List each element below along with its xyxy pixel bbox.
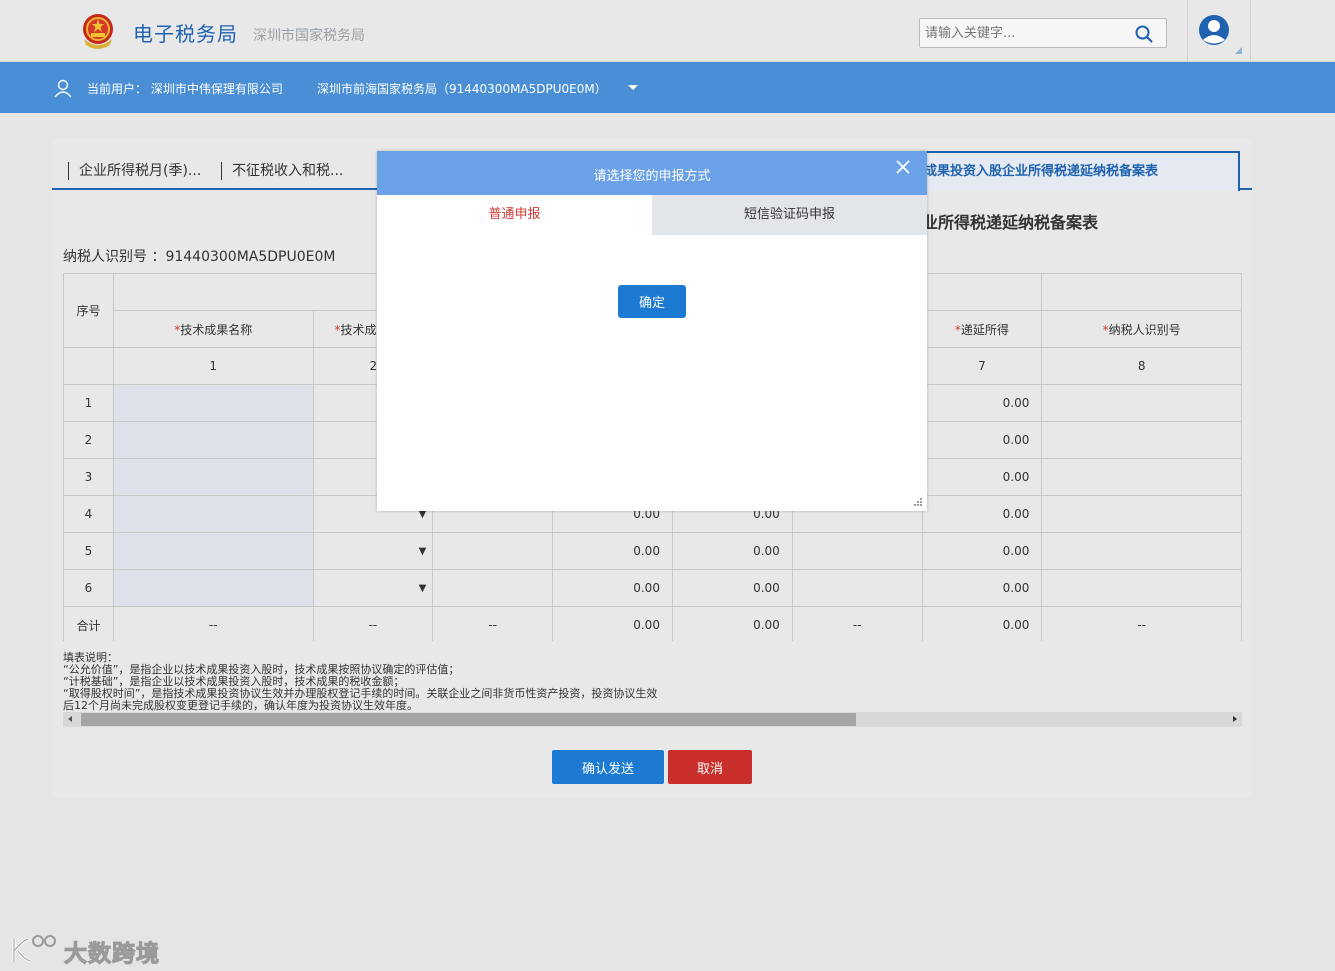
deferred-income-cell[interactable]: 0.00 xyxy=(921,569,1043,607)
total-label: 合计 xyxy=(63,606,114,641)
deferred-income-cell[interactable]: 0.00 xyxy=(921,384,1043,422)
tech-name-input[interactable] xyxy=(112,569,314,607)
deferred-income-cell[interactable]: 0.00 xyxy=(921,458,1043,496)
value-cell[interactable]: 0.00 xyxy=(552,532,673,570)
ok-button[interactable]: 确定 xyxy=(618,285,686,318)
total-cell: -- xyxy=(432,606,554,641)
column-header-8: *纳税人识别号 xyxy=(1041,310,1242,348)
tech-type-select[interactable]: ▼ xyxy=(312,532,434,570)
column-header-7: *递延所得 xyxy=(921,310,1043,348)
national-emblem-icon xyxy=(83,14,113,49)
header-divider xyxy=(1187,0,1188,62)
tech-type-select[interactable]: ▼ xyxy=(312,569,434,607)
corner-triangle-icon xyxy=(1235,47,1242,54)
form-title: 业所得税递延纳税备案表 xyxy=(922,213,1099,232)
row-seq: 3 xyxy=(63,458,114,496)
watermark-text: 大数跨境 xyxy=(64,941,160,968)
column-header-1: *技术成果名称 xyxy=(112,310,314,348)
column-number-cell: 7 xyxy=(921,347,1043,385)
total-cell: 0.00 xyxy=(552,606,673,641)
resize-grip-icon[interactable] xyxy=(913,497,923,507)
cancel-button[interactable]: 取消 xyxy=(668,750,752,784)
tax-bureau-selector[interactable]: 深圳市前海国家税务局（91440300MA5DPU0E0M） xyxy=(317,80,607,97)
tech-name-input[interactable] xyxy=(112,532,314,570)
tech-name-input[interactable] xyxy=(112,384,314,422)
search-icon[interactable] xyxy=(1134,24,1154,44)
taxpayer-id: 纳税人识别号 ：91440300MA5DPU0E0M xyxy=(63,249,336,265)
total-cell: -- xyxy=(312,606,434,641)
filing-method-dialog: 请选择您的申报方式 普通申报 短信验证码申报 确定 xyxy=(377,151,927,511)
total-row: 合计 -- -- -- 0.00 0.00 -- 0.00 -- xyxy=(63,606,1242,641)
deferred-income-cell[interactable]: 0.00 xyxy=(921,532,1043,570)
site-title: 电子税务局 xyxy=(133,22,238,46)
total-cell: -- xyxy=(112,606,314,641)
table-cell[interactable] xyxy=(432,532,554,570)
close-icon[interactable] xyxy=(895,159,911,175)
table-row: 6 ▼ 0.00 0.00 0.00 xyxy=(63,569,1242,607)
row-seq: 5 xyxy=(63,532,114,570)
row-seq: 6 xyxy=(63,569,114,607)
deferred-income-cell[interactable]: 0.00 xyxy=(921,495,1043,533)
search-input[interactable] xyxy=(920,19,1120,47)
tech-name-input[interactable] xyxy=(112,421,314,459)
total-cell: -- xyxy=(791,606,923,641)
table-cell[interactable] xyxy=(791,569,923,607)
table-cell[interactable] xyxy=(791,532,923,570)
total-cell: 0.00 xyxy=(921,606,1043,641)
tech-name-input[interactable] xyxy=(112,458,314,496)
taxpayer-id-cell[interactable] xyxy=(1041,495,1242,533)
confirm-send-button[interactable]: 确认发送 xyxy=(552,750,664,784)
column-number-cell xyxy=(63,347,114,385)
form-notes: 填表说明： “公允价值”，是指企业以技术成果投资入股时，技术成果按照协议确定的评… xyxy=(63,652,743,712)
row-seq: 2 xyxy=(63,421,114,459)
site-subtitle: 深圳市国家税务局 xyxy=(253,28,365,44)
tab-corporate-income-tax[interactable]: 企业所得税月(季)... xyxy=(68,162,201,180)
value-cell[interactable]: 0.00 xyxy=(671,569,793,607)
scrollbar-thumb[interactable] xyxy=(81,713,856,726)
group-header xyxy=(1041,273,1242,311)
taxpayer-id-cell[interactable] xyxy=(1041,569,1242,607)
note-line: 后12个月尚未完成股权变更登记手续的，确认年度为投资协议生效年度。 xyxy=(63,699,418,712)
total-cell: -- xyxy=(1041,606,1242,641)
deferred-income-cell[interactable]: 0.00 xyxy=(921,421,1043,459)
dialog-title: 请选择您的申报方式 xyxy=(377,151,927,195)
scroll-right-icon[interactable] xyxy=(1233,716,1237,722)
scroll-left-icon[interactable] xyxy=(68,716,72,722)
taxpayer-id-cell[interactable] xyxy=(1041,458,1242,496)
value-cell[interactable]: 0.00 xyxy=(552,569,673,607)
total-cell: 0.00 xyxy=(671,606,793,641)
user-bar: 当前用户： 深圳市中伟保理有限公司 深圳市前海国家税务局（91440300MA5… xyxy=(0,62,1335,113)
taxpayer-id-cell[interactable] xyxy=(1041,421,1242,459)
row-seq: 1 xyxy=(63,384,114,422)
table-row: 5 ▼ 0.00 0.00 0.00 xyxy=(63,532,1242,570)
seq-header: 序号 xyxy=(63,273,114,348)
tab-sms-filing[interactable]: 短信验证码申报 xyxy=(652,195,927,235)
search-box xyxy=(919,18,1167,48)
tab-tech-investment-deferral[interactable]: 成果投资入股企业所得税递延纳税备案表 xyxy=(914,151,1240,191)
column-number-cell: 1 xyxy=(112,347,314,385)
current-user-label: 当前用户： 深圳市中伟保理有限公司 xyxy=(87,82,283,96)
row-seq: 4 xyxy=(63,495,114,533)
tab-non-taxable-income[interactable]: 不征税收入和税... xyxy=(221,162,343,180)
chevron-down-icon[interactable] xyxy=(628,85,638,90)
table-cell[interactable] xyxy=(432,569,554,607)
user-icon xyxy=(54,79,72,98)
user-avatar-icon[interactable] xyxy=(1198,14,1230,46)
top-header: 电子税务局 深圳市国家税务局 xyxy=(0,0,1335,62)
tech-name-input[interactable] xyxy=(112,495,314,533)
taxpayer-id-cell[interactable] xyxy=(1041,384,1242,422)
header-divider xyxy=(1250,0,1251,62)
taxpayer-id-cell[interactable] xyxy=(1041,532,1242,570)
tab-normal-filing[interactable]: 普通申报 xyxy=(377,195,652,235)
horizontal-scrollbar[interactable] xyxy=(63,712,1242,727)
column-number-cell: 8 xyxy=(1041,347,1242,385)
value-cell[interactable]: 0.00 xyxy=(671,532,793,570)
